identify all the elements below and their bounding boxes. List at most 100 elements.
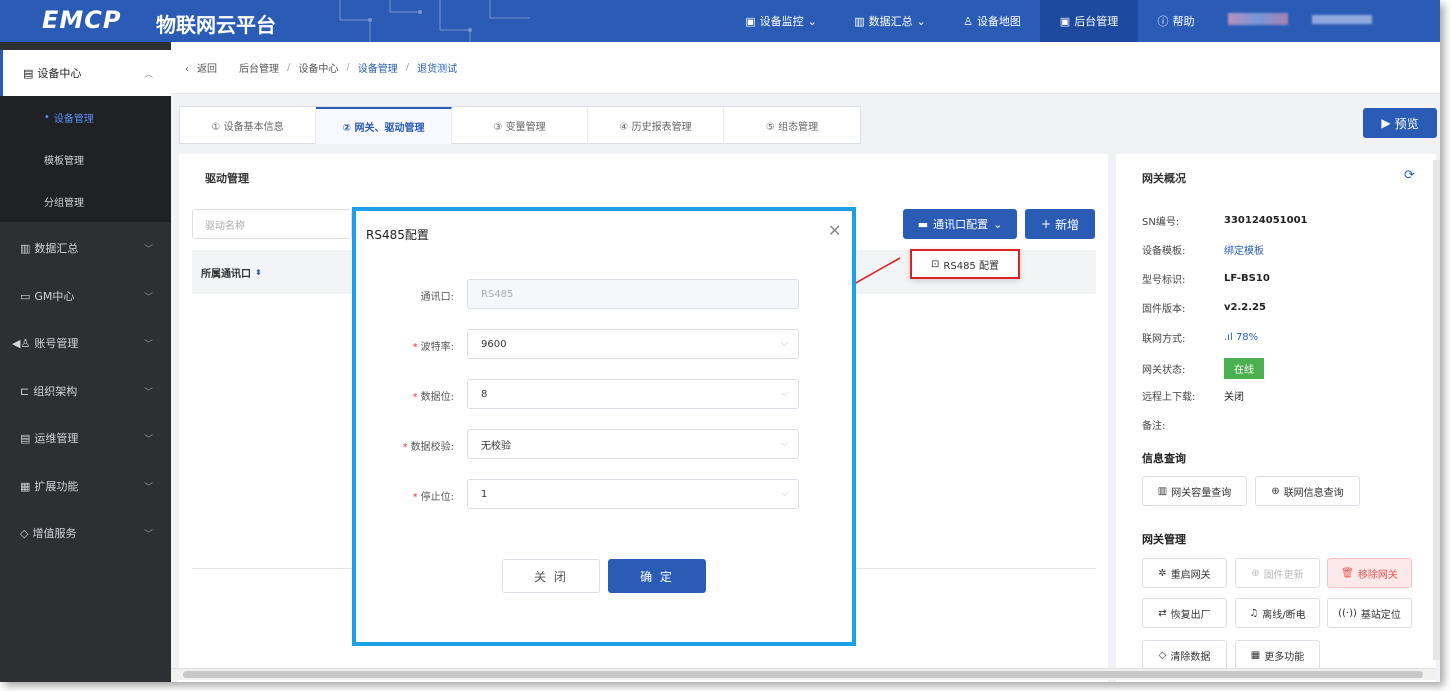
port-icon: ▬ bbox=[917, 217, 929, 231]
scrollbar-thumb[interactable] bbox=[183, 671, 1423, 678]
kv-firmware: 固件版本: v2.2.25 bbox=[1142, 300, 1266, 315]
monitor-icon: ▤ bbox=[23, 66, 34, 80]
port-config-button[interactable]: ▬ 通讯口配置 ⌄ bbox=[903, 209, 1017, 239]
sidebar-item-value-added[interactable]: ◇ 增值服务 ﹀ bbox=[0, 509, 171, 557]
chevron-down-icon: ⌵ bbox=[781, 489, 788, 499]
sidebar-item-label: 设备中心 bbox=[37, 67, 82, 80]
button-label: 恢复出厂 bbox=[1170, 609, 1211, 621]
breadcrumb-item[interactable]: 后台管理 bbox=[239, 60, 279, 75]
signal-value: 78% bbox=[1235, 332, 1259, 343]
nav-help[interactable]: ⓘ 帮助 bbox=[1146, 0, 1206, 42]
sidebar-sub-group-mgmt[interactable]: 分组管理 bbox=[0, 180, 171, 222]
chevron-down-icon: ﹀ bbox=[143, 292, 153, 303]
user-avatar[interactable] bbox=[1228, 13, 1288, 25]
restart-gateway-button[interactable]: ✲ 重启网关 bbox=[1142, 558, 1227, 588]
loading-icon: ✲ bbox=[1158, 567, 1167, 579]
tab-basic-info[interactable]: ① 设备基本信息 bbox=[180, 107, 316, 144]
kv-value: 关闭 bbox=[1224, 392, 1244, 403]
chevron-up-icon: ︿ bbox=[143, 69, 153, 80]
clear-data-button[interactable]: ◇ 清除数据 bbox=[1142, 640, 1227, 670]
column-port[interactable]: 所属通讯口 bbox=[201, 265, 251, 280]
help-icon: ⓘ bbox=[1157, 15, 1169, 28]
sidebar-item-gm-center[interactable]: ▭ GM中心 ﹀ bbox=[0, 272, 171, 320]
sidebar-item-data-summary[interactable]: ▥ 数据汇总 ﹀ bbox=[0, 224, 171, 272]
baud-rate-select[interactable]: 9600 ⌵ bbox=[467, 329, 799, 359]
kv-model: 型号标识: LF-BS10 bbox=[1142, 271, 1270, 286]
driver-search-input[interactable]: 驱动名称 bbox=[192, 209, 352, 239]
port-icon: ⊡ bbox=[931, 258, 940, 270]
field-label-port: 通讯口: bbox=[356, 288, 454, 303]
refresh-icon[interactable]: ⟳ bbox=[1404, 168, 1415, 183]
firmware-update-button[interactable]: ⊕ 固件更新 bbox=[1235, 558, 1320, 588]
sidebar-item-ops[interactable]: ▤ 运维管理 ﹀ bbox=[0, 414, 171, 462]
breadcrumb-item[interactable]: 设备管理 bbox=[358, 60, 398, 75]
base-station-button[interactable]: ((·)) 基站定位 bbox=[1327, 598, 1412, 628]
remove-gateway-button[interactable]: 🗑 移除网关 bbox=[1327, 558, 1412, 588]
close-icon[interactable]: ✕ bbox=[828, 221, 841, 240]
button-label: 清除数据 bbox=[1170, 651, 1211, 663]
offline-button[interactable]: ♫ 离线/断电 bbox=[1235, 598, 1320, 628]
dot-icon: • bbox=[44, 111, 50, 123]
app-title: 物联网云平台 bbox=[156, 13, 276, 37]
kv-template: 设备模板: 绑定模板 bbox=[1142, 242, 1264, 257]
button-label: 更多功能 bbox=[1264, 651, 1305, 663]
chevron-down-icon: ⌵ bbox=[781, 439, 788, 449]
stop-bits-select[interactable]: 1 ⌵ bbox=[467, 479, 799, 509]
factory-reset-button[interactable]: ⇄ 恢复出厂 bbox=[1142, 598, 1227, 628]
sidebar-item-org[interactable]: ⊏ 组织架构 ﹀ bbox=[0, 367, 171, 415]
tab-variables[interactable]: ③ 变量管理 bbox=[452, 107, 588, 144]
signal-icon: .ıl bbox=[1224, 332, 1233, 343]
horizontal-scrollbar[interactable] bbox=[171, 668, 1436, 680]
data-bits-select[interactable]: 8 ⌵ bbox=[467, 379, 799, 409]
chevron-down-icon: ﹀ bbox=[143, 339, 153, 350]
dialog-title: RS485配置 bbox=[366, 228, 429, 242]
field-label-databits: * 数据位: bbox=[356, 388, 454, 403]
nav-device-map[interactable]: ♙ 设备地图 bbox=[948, 0, 1036, 42]
chevron-down-icon: ﹀ bbox=[143, 434, 153, 445]
chevron-down-icon: ⌵ bbox=[781, 389, 788, 399]
sidebar-sub-template-mgmt[interactable]: 模板管理 bbox=[0, 138, 171, 180]
breadcrumb-item[interactable]: 设备中心 bbox=[298, 60, 338, 75]
globe-icon: ⊕ bbox=[1271, 485, 1280, 497]
user-name[interactable] bbox=[1312, 15, 1372, 24]
tab-configuration[interactable]: ⑤ 组态管理 bbox=[724, 107, 860, 144]
nav-device-monitor[interactable]: ▣ 设备监控 ⌄ bbox=[728, 0, 834, 42]
confirm-button[interactable]: 确 定 bbox=[608, 559, 706, 593]
close-button[interactable]: 关 闭 bbox=[502, 559, 600, 593]
antenna-icon: ((·)) bbox=[1338, 607, 1357, 619]
table-icon: ▥ bbox=[1157, 485, 1168, 497]
back-link[interactable]: ‹ 返回 bbox=[185, 60, 225, 75]
sidebar-sub-device-mgmt[interactable]: • 设备管理 bbox=[0, 96, 171, 138]
select-value: 无校验 bbox=[481, 440, 511, 452]
back-label: 返回 bbox=[197, 64, 217, 75]
network-query-button[interactable]: ⊕ 联网信息查询 bbox=[1255, 476, 1360, 506]
sidebar-sub-label: 分组管理 bbox=[44, 197, 84, 209]
tab-history-report[interactable]: ④ 历史报表管理 bbox=[588, 107, 724, 144]
add-driver-button[interactable]: + 新增 bbox=[1025, 209, 1095, 239]
tab-gateway-driver[interactable]: ② 网关、驱动管理 bbox=[316, 107, 452, 144]
server-icon: ▭ bbox=[20, 289, 31, 303]
preview-button[interactable]: ▶ 预览 bbox=[1363, 108, 1437, 138]
parity-select[interactable]: 无校验 ⌵ bbox=[467, 429, 799, 459]
kv-value: .ıl 78% bbox=[1224, 332, 1258, 343]
chart-icon: ▥ bbox=[854, 14, 865, 28]
kv-remark: 备注: bbox=[1142, 417, 1224, 432]
sidebar-item-device-center[interactable]: ▤ 设备中心 ︿ bbox=[0, 50, 171, 96]
bind-template-link[interactable]: 绑定模板 bbox=[1224, 242, 1264, 257]
capacity-query-button[interactable]: ▥ 网关容量查询 bbox=[1142, 476, 1247, 506]
gateway-panel: 网关概况 ⟳ SN编号: 330124051001 设备模板: 绑定模板 型号标识:… bbox=[1116, 154, 1436, 682]
nav-data-summary[interactable]: ▥ 数据汇总 ⌄ bbox=[840, 0, 940, 42]
sort-icon[interactable]: ⬍ bbox=[255, 268, 262, 277]
more-functions-button[interactable]: ▦ 更多功能 bbox=[1235, 640, 1320, 670]
nav-label: 帮助 bbox=[1172, 15, 1195, 28]
rs485-config-menu-item[interactable]: ⊡ RS485 配置 bbox=[910, 249, 1020, 279]
breadcrumb: ‹ 返回 后台管理 / 设备中心 / 设备管理 / 退货测试 bbox=[171, 42, 1440, 94]
sidebar-item-account[interactable]: ◀ ♙ 账号管理 ﹀ bbox=[0, 319, 171, 367]
sidebar-item-extensions[interactable]: ▦ 扩展功能 ﹀ bbox=[0, 462, 171, 510]
kv-key: 远程上下载: bbox=[1142, 392, 1196, 403]
select-value: 9600 bbox=[481, 338, 507, 350]
sidebar-item-label: 增值服务 bbox=[32, 527, 77, 540]
nav-backend[interactable]: ▣ 后台管理 bbox=[1040, 0, 1138, 42]
vertical-scrollbar[interactable] bbox=[1433, 160, 1440, 660]
kv-key: 型号标识: bbox=[1142, 275, 1186, 286]
